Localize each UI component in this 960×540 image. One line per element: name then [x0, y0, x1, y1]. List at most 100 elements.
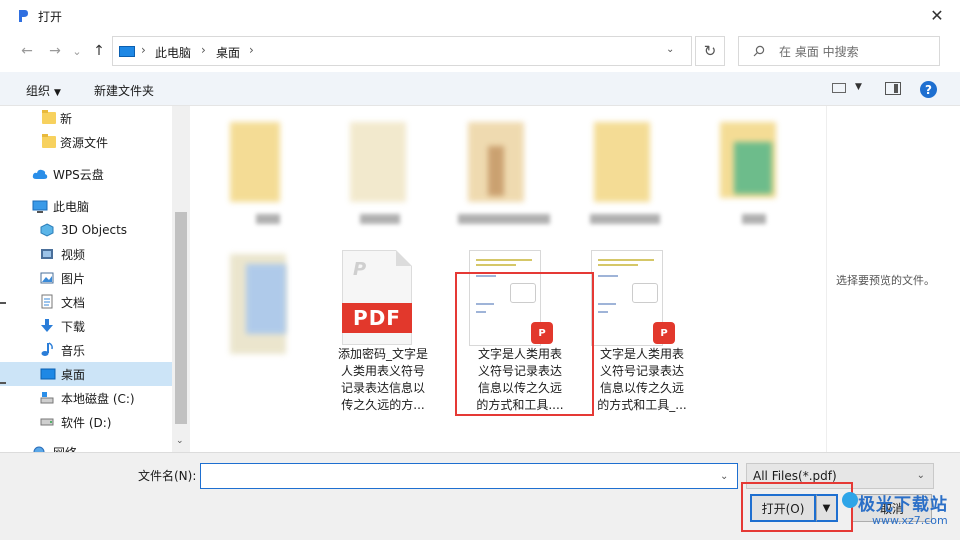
- sidebar-item-label: 此电脑: [53, 199, 90, 214]
- sidebar-item-label: 视频: [61, 247, 86, 262]
- page-fold-icon: [396, 250, 412, 266]
- address-dropdown-icon[interactable]: ⌄: [666, 44, 674, 55]
- preview-pane: 选择要预览的文件。: [826, 106, 960, 452]
- sidebar-item-label: 本地磁盘 (C:): [61, 391, 135, 406]
- sidebar-scrollbar-thumb[interactable]: [175, 212, 187, 424]
- sidebar-item-desktop[interactable]: 桌面: [0, 362, 172, 386]
- sidebar-item-pictures[interactable]: 图片: [0, 266, 172, 290]
- file-item[interactable]: [340, 116, 420, 226]
- search-box[interactable]: [738, 36, 940, 66]
- app-logo-icon: [19, 10, 28, 22]
- desktop-icon: [40, 368, 56, 380]
- cloud-icon: [32, 169, 48, 179]
- organize-menu[interactable]: 组织 ▼: [26, 82, 61, 99]
- filename-label: 添加密码_文字是 人类用表义符号 记录表达信息以 传之久远的方...: [337, 347, 428, 412]
- chevron-down-icon: ⌄: [916, 470, 925, 481]
- file-item-pdf-password[interactable]: P PDF 添加密码_文字是 人类用表义符号 记录表达信息以 传之久远的方...: [318, 248, 448, 418]
- forward-button[interactable]: →: [44, 40, 66, 62]
- window-title: 打开: [38, 10, 63, 24]
- sidebar-item-label: WPS云盘: [53, 167, 104, 182]
- filename-input[interactable]: [200, 463, 738, 489]
- filename-label: [256, 214, 280, 224]
- watermark-logo-icon: [842, 492, 858, 508]
- view-caret-icon[interactable]: ▼: [855, 82, 862, 92]
- sidebar-item-label: 新: [60, 111, 73, 126]
- picture-icon: [40, 272, 54, 284]
- folder-icon: [350, 122, 406, 202]
- refresh-button[interactable]: ↻: [695, 36, 725, 66]
- sidebar-item-label: 资源文件: [60, 135, 109, 150]
- music-icon: [41, 342, 53, 356]
- help-icon[interactable]: ?: [920, 81, 937, 98]
- title-bar: 打开 ✕: [0, 0, 960, 32]
- sidebar-item-network[interactable]: 网络: [0, 440, 172, 452]
- file-item[interactable]: [220, 248, 300, 368]
- download-icon: [41, 319, 53, 332]
- file-item-pdf[interactable]: P 文字是人类用表 义符号记录表达 信息以传之久远 的方式和工具_...: [577, 248, 707, 418]
- sidebar-item-downloads[interactable]: 下载: [0, 314, 172, 338]
- sidebar-item-videos[interactable]: 视频: [0, 242, 172, 266]
- breadcrumb-desktop[interactable]: 桌面: [216, 44, 240, 61]
- view-options-icon[interactable]: [832, 83, 846, 93]
- app-icon: [734, 142, 772, 194]
- sidebar-item-label: 下载: [61, 319, 86, 334]
- sidebar-item-this-pc[interactable]: 此电脑: [0, 194, 172, 218]
- filename-dropdown-icon[interactable]: ⌄: [720, 471, 728, 482]
- sidebar-item-drive-d[interactable]: 软件 (D:): [0, 410, 172, 434]
- address-bar[interactable]: › 此电脑 › 桌面 ›: [112, 36, 692, 66]
- filename-label: [360, 214, 400, 224]
- file-item[interactable]: [582, 116, 682, 226]
- filename-label: [742, 214, 766, 224]
- file-item[interactable]: [458, 116, 558, 226]
- sidebar-item-new[interactable]: 新: [0, 106, 172, 130]
- up-button[interactable]: ↑: [88, 40, 110, 62]
- edge-artifact: [0, 382, 6, 384]
- folder-icon: [42, 134, 56, 148]
- folder-icon: [42, 110, 56, 124]
- toolbar: 组织 ▼ 新建文件夹: [0, 72, 960, 106]
- drive-icon: [40, 418, 54, 426]
- filename-label: [590, 214, 660, 224]
- breadcrumb-this-pc[interactable]: 此电脑: [155, 44, 191, 61]
- file-item[interactable]: [710, 116, 790, 226]
- computer-icon: [119, 46, 135, 57]
- new-folder-button[interactable]: 新建文件夹: [94, 82, 154, 99]
- sidebar-item-label: 3D Objects: [61, 223, 128, 237]
- scroll-down-arrow-icon[interactable]: ⌄: [176, 436, 184, 446]
- folder-icon: [230, 122, 280, 202]
- sidebar-item-resources[interactable]: 资源文件: [0, 130, 172, 154]
- search-icon: [753, 45, 765, 57]
- pdf-badge-icon: P: [653, 322, 675, 344]
- sidebar-item-label: 文档: [61, 295, 86, 310]
- breadcrumb-separator: ›: [201, 43, 206, 57]
- image-icon: [246, 264, 286, 334]
- navigation-pane: 新 资源文件 WPS云盘 此电脑 3D Objects 视频 图片 文档 下载 …: [0, 106, 190, 452]
- sidebar-item-label: 图片: [61, 271, 86, 286]
- recent-locations-button[interactable]: ⌄: [66, 40, 88, 62]
- edge-artifact: [0, 302, 6, 304]
- sidebar-item-wps-cloud[interactable]: WPS云盘: [0, 162, 172, 186]
- pdf-label: PDF: [342, 303, 412, 333]
- preview-pane-toggle-icon[interactable]: [885, 82, 901, 95]
- close-icon[interactable]: ✕: [924, 4, 950, 26]
- filename-field-label: 文件名(N):: [138, 469, 197, 483]
- filename-label: [458, 214, 550, 224]
- sidebar-item-label: 软件 (D:): [61, 415, 112, 430]
- file-item[interactable]: [220, 116, 290, 226]
- sidebar-item-drive-c[interactable]: 本地磁盘 (C:): [0, 386, 172, 410]
- sidebar-item-label: 网络: [53, 444, 77, 453]
- watermark: 极光下载站 www.xz7.com: [842, 486, 960, 536]
- search-input[interactable]: [779, 43, 929, 61]
- pdf-file-icon: P PDF: [342, 250, 412, 345]
- breadcrumb-separator: ›: [141, 43, 146, 57]
- filename-label: 文字是人类用表 义符号记录表达 信息以传之久远 的方式和工具_...: [597, 347, 687, 412]
- image-icon: [488, 146, 504, 196]
- sidebar-item-3d-objects[interactable]: 3D Objects: [0, 218, 172, 242]
- sidebar-item-label: 音乐: [61, 343, 86, 358]
- 3d-objects-icon: [40, 223, 54, 237]
- back-button[interactable]: ←: [16, 40, 38, 62]
- sidebar-item-music[interactable]: 音乐: [0, 338, 172, 362]
- breadcrumb-separator: ›: [249, 43, 254, 57]
- sidebar-item-documents[interactable]: 文档: [0, 290, 172, 314]
- sidebar-item-label: 桌面: [61, 367, 86, 382]
